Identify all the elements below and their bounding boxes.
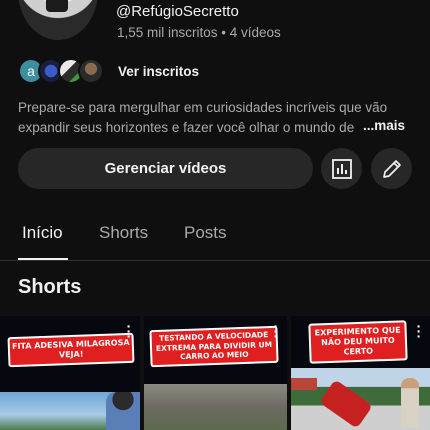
short-image [0, 392, 140, 430]
channel-description[interactable]: Prepare-se para mergulhar em curiosidade… [18, 98, 410, 138]
analytics-button[interactable] [321, 148, 362, 189]
manage-videos-button[interactable]: Gerenciar vídeos [18, 148, 313, 189]
short-caption: FITA ADESIVA MILAGROSA VEJA! [7, 332, 135, 368]
bar-chart-icon [331, 158, 352, 179]
short-image [144, 384, 287, 430]
more-options-icon[interactable]: · · · [273, 319, 279, 343]
pencil-icon [382, 159, 401, 178]
short-caption: EXPERIMENTO QUE NÃO DEU MUITO CERTO [308, 320, 408, 364]
short-thumbnail[interactable]: FITA ADESIVA MILAGROSA VEJA! · · · [0, 316, 140, 430]
more-options-icon[interactable]: · · · [126, 319, 132, 343]
tab-posts[interactable]: Posts [184, 223, 227, 243]
more-options-icon[interactable]: · · · [416, 319, 422, 343]
subscribers-row[interactable]: a Ver inscritos [18, 57, 199, 85]
channel-avatar[interactable] [18, 0, 98, 40]
tab-inicio[interactable]: Início [22, 223, 63, 243]
active-tab-indicator [18, 258, 68, 260]
channel-tabs: Início Shorts Posts [0, 213, 430, 261]
short-thumbnail[interactable]: TESTANDO A VELOCIDADE EXTREMA PARA DIVID… [144, 316, 287, 430]
channel-meta: 1,55 mil inscritos • 4 vídeos [117, 25, 281, 40]
short-image [291, 368, 430, 430]
description-more-link[interactable]: ...mais [361, 118, 406, 133]
tab-shorts[interactable]: Shorts [99, 223, 148, 243]
shorts-section-title: Shorts [18, 276, 82, 298]
shorts-shelf: FITA ADESIVA MILAGROSA VEJA! · · · TESTAND… [0, 316, 430, 430]
subscriber-avatar [78, 58, 104, 84]
channel-handle: @RefúgioSecretto [116, 3, 239, 20]
edit-channel-button[interactable] [371, 148, 412, 189]
short-thumbnail[interactable]: EXPERIMENTO QUE NÃO DEU MUITO CERTO · · · [291, 316, 430, 430]
short-caption: TESTANDO A VELOCIDADE EXTREMA PARA DIVID… [149, 325, 279, 367]
view-subscribers-link[interactable]: Ver inscritos [118, 64, 199, 79]
